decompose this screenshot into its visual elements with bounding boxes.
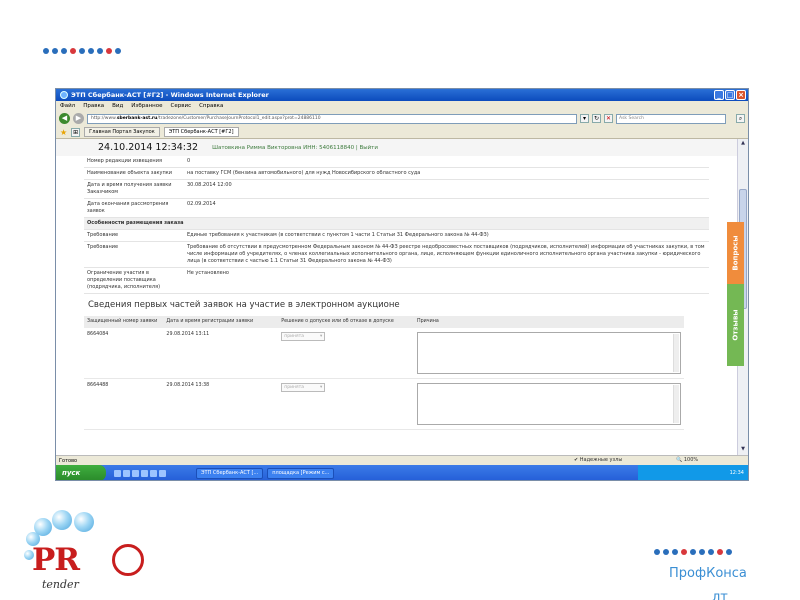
table-row: Ограничение участия в определении постав…	[84, 267, 709, 294]
search-icon[interactable]: ⌕	[736, 114, 745, 123]
close-icon[interactable]: ×	[736, 90, 746, 100]
table-row: Требование Единые требования к участникам…	[84, 229, 709, 242]
tab-sberbank-ast[interactable]: ЭТП Сбербанк-АСТ [#Г2]	[163, 127, 239, 137]
ie-icon	[60, 91, 68, 99]
logo-text: PR	[32, 542, 80, 578]
current-datetime: 24.10.2014 12:34:32	[98, 142, 199, 153]
back-icon[interactable]: ◀	[59, 113, 70, 124]
brand-name: ПрофКонса	[669, 566, 747, 581]
section-row: Особенности размещения заказа	[84, 217, 709, 230]
table-row: 8664488 29.08.2014 13:38 принята ▾	[84, 378, 684, 430]
minimize-icon[interactable]: _	[714, 90, 724, 100]
address-input[interactable]: http://www. sberbank-ast.ru/tradezone/Cus…	[87, 113, 577, 124]
slide: ЭТП Сбербанк-АСТ [#Г2] - Windows Interne…	[0, 0, 800, 600]
forward-icon[interactable]: ▶	[73, 113, 84, 124]
reason-textarea[interactable]	[417, 332, 681, 374]
procurement-info-table: Номер редакции извещения 0 Наименование о…	[84, 156, 709, 294]
questions-side-tab[interactable]: Вопросы	[727, 222, 744, 284]
table-row: Требование Требование об отсутствии в пре…	[84, 241, 709, 268]
menu-bar: Файл Правка Вид Избранное Сервис Справка	[56, 101, 748, 111]
window-titlebar: ЭТП Сбербанк-АСТ [#Г2] - Windows Interne…	[56, 89, 748, 101]
taskbar-button-site[interactable]: площадка [Режим с...	[267, 467, 335, 479]
decorative-dots-top	[43, 48, 121, 54]
status-bar: Готово ✔ Надежные узлы 🔍 100%	[56, 455, 748, 465]
zoom-level[interactable]: 🔍 100%	[676, 457, 698, 463]
protender-logo: PR tender	[22, 510, 162, 595]
maximize-icon[interactable]: □	[725, 90, 735, 100]
table-row: Дата и время получения заявки Заказчиком…	[84, 179, 709, 199]
start-button[interactable]: пуск	[56, 465, 106, 480]
tabs-grid-icon[interactable]: ⊞	[71, 127, 81, 137]
browser-screenshot: ЭТП Сбербанк-АСТ [#Г2] - Windows Interne…	[55, 88, 749, 481]
clock: 12:34	[729, 470, 744, 476]
table-row: Дата окончания рассмотрения заявок 02.09.…	[84, 198, 709, 218]
logo-ring-icon	[112, 544, 144, 576]
dropdown-icon[interactable]: ▾	[580, 114, 589, 123]
user-info[interactable]: Шатовкина Римма Викторовна ИНН: 54061188…	[212, 145, 378, 151]
refresh-icon[interactable]: ↻	[592, 114, 601, 123]
menu-edit[interactable]: Правка	[83, 103, 104, 109]
quick-launch	[114, 469, 166, 477]
page-content: 24.10.2014 12:34:32 Шатовкина Римма Викт…	[56, 139, 739, 455]
status-text: Готово	[59, 457, 78, 464]
table-row: Наименование объекта закупки на поставку …	[84, 167, 709, 180]
security-zone: ✔ Надежные узлы	[574, 457, 623, 463]
decision-select[interactable]: принята ▾	[281, 332, 326, 341]
bids-table: Защищенный номер заявки Дата и время рег…	[84, 316, 684, 430]
reason-textarea[interactable]	[417, 383, 681, 425]
system-tray: 12:34	[638, 465, 748, 480]
chevron-down-icon: ▾	[320, 385, 323, 390]
logo-tagline: tender	[42, 578, 79, 591]
table-row: Номер редакции извещения 0	[84, 156, 709, 168]
menu-file[interactable]: Файл	[60, 103, 75, 109]
menu-favorites[interactable]: Избранное	[131, 103, 162, 109]
tab-portal[interactable]: Главная Портал Закупок	[84, 127, 160, 137]
window-title: ЭТП Сбербанк-АСТ [#Г2] - Windows Interne…	[71, 91, 269, 99]
bids-header-row: Защищенный номер заявки Дата и время рег…	[84, 316, 684, 328]
taskbar-button-browser[interactable]: ЭТП Сбербанк-АСТ [...	[196, 467, 264, 479]
reviews-side-tab[interactable]: Отзывы	[727, 284, 744, 366]
decorative-dots-bottom	[654, 549, 732, 555]
bids-heading: Сведения первых частей заявок на участие…	[88, 300, 400, 310]
chevron-down-icon: ▾	[320, 334, 323, 339]
brand-name-cont: лт	[712, 590, 728, 600]
window-controls: _ □ ×	[714, 90, 746, 100]
page-header: 24.10.2014 12:34:32 Шатовкина Римма Викт…	[56, 139, 739, 156]
favorites-star-icon[interactable]: ★	[60, 128, 67, 137]
scroll-up-icon[interactable]: ▲	[739, 140, 747, 148]
menu-tools[interactable]: Сервис	[171, 103, 192, 109]
menu-view[interactable]: Вид	[112, 103, 123, 109]
search-input[interactable]: Ask Search	[616, 113, 726, 124]
windows-taskbar: пуск ЭТП Сбербанк-АСТ [... площадка [Реж…	[56, 465, 748, 480]
favorites-bar: ★ ⊞ Главная Портал Закупок ЭТП Сбербанк-…	[56, 126, 748, 139]
decision-select[interactable]: принята ▾	[281, 383, 326, 392]
table-row: 8664084 29.08.2014 13:11 принята ▾	[84, 328, 684, 379]
scroll-down-icon[interactable]: ▼	[739, 446, 747, 454]
stop-icon[interactable]: ✕	[604, 114, 613, 123]
menu-help[interactable]: Справка	[199, 103, 223, 109]
address-bar: ◀ ▶ http://www. sberbank-ast.ru/tradezone…	[56, 111, 748, 126]
